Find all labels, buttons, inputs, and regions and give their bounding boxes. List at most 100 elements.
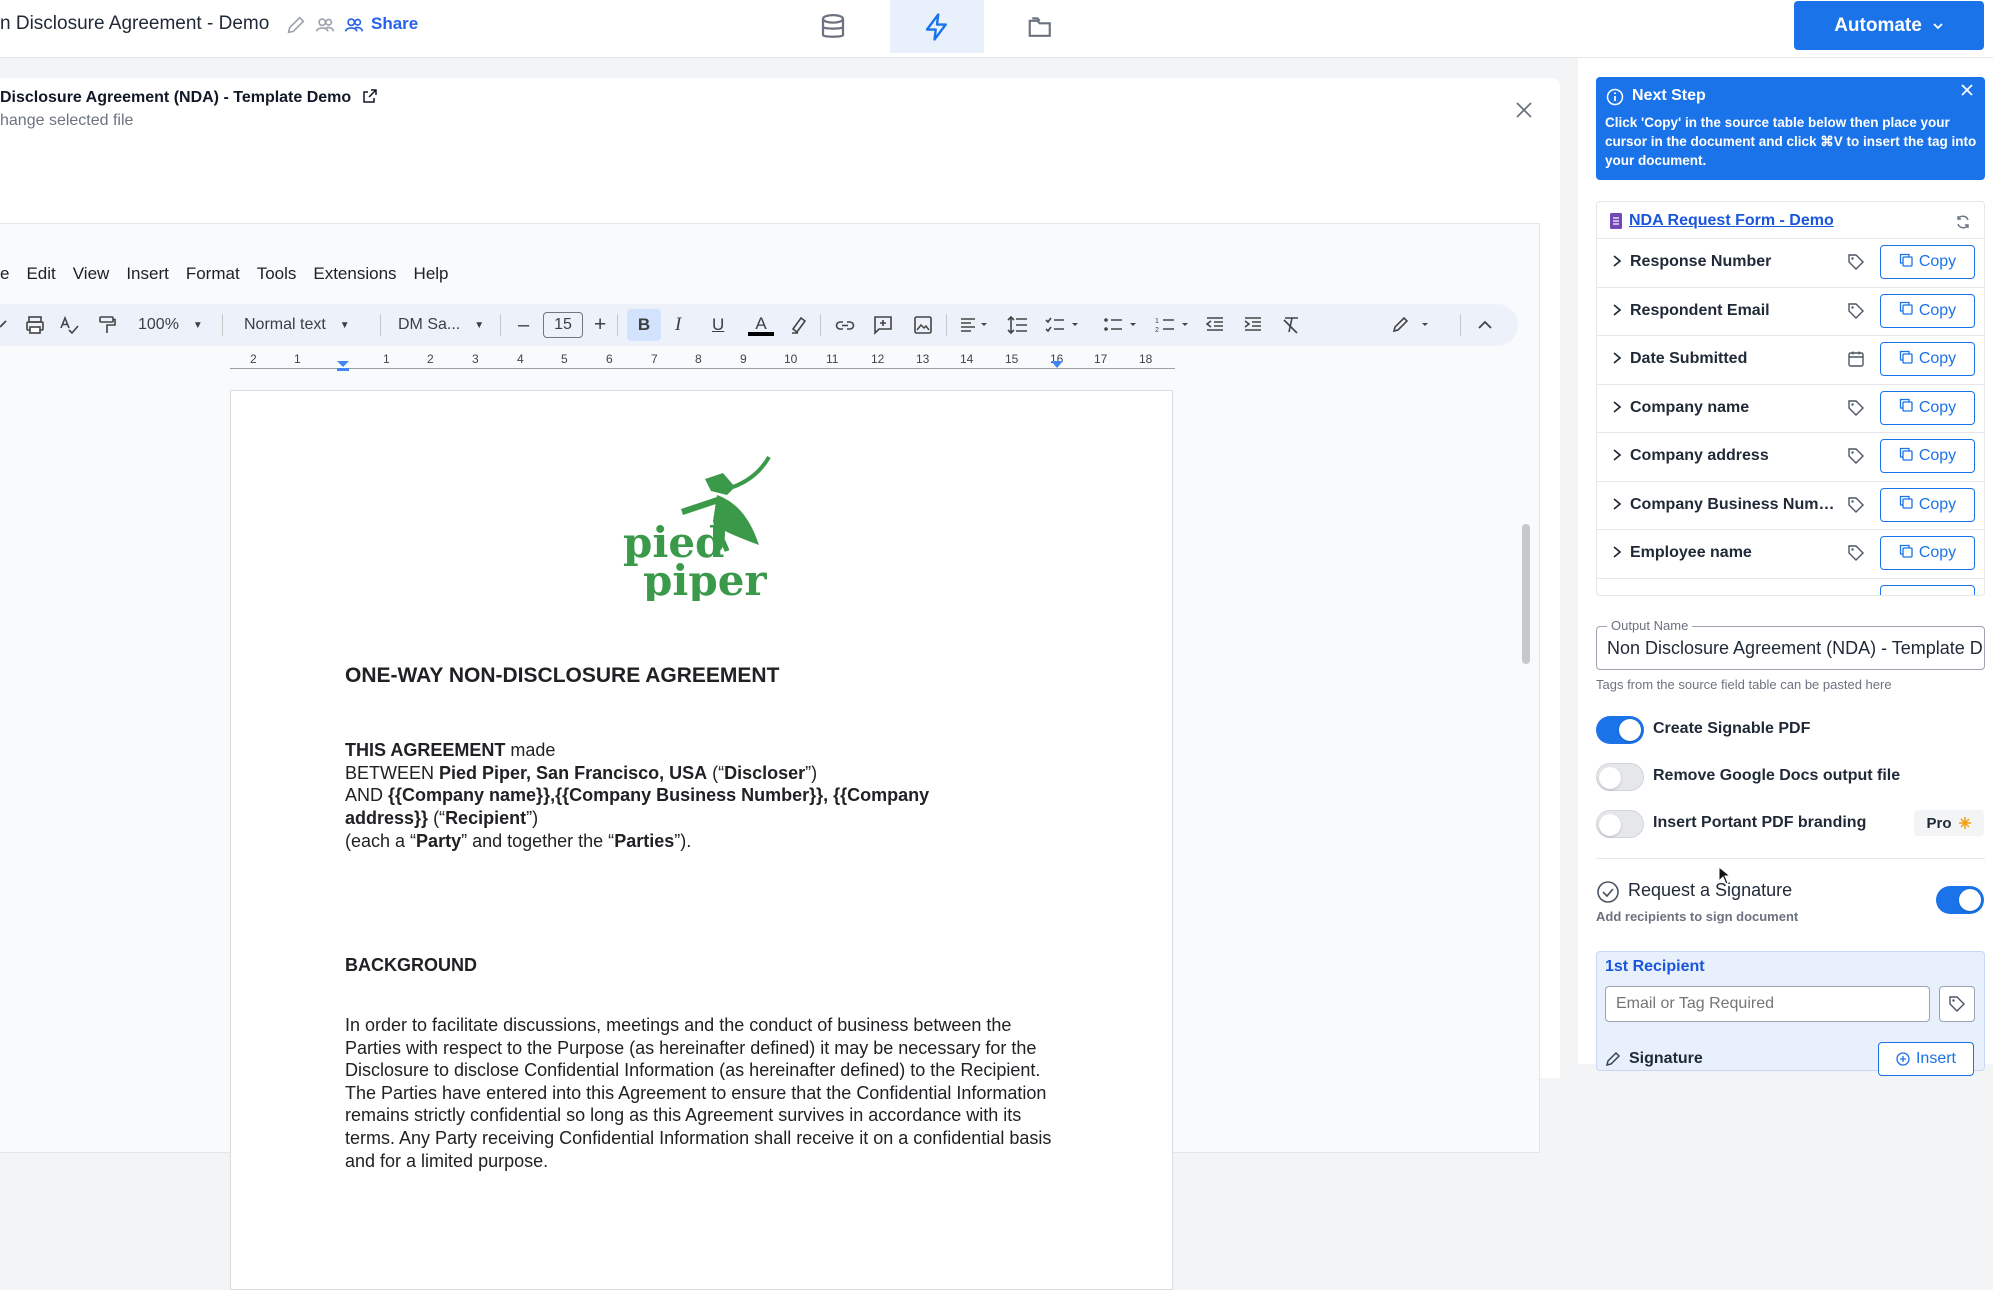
font-select[interactable]: DM Sa... ▼ <box>398 313 484 337</box>
document-title[interactable]: n Disclosure Agreement - Demo <box>0 13 269 35</box>
ruler-tick: 1 <box>294 352 301 366</box>
chevron-right-icon[interactable] <box>1611 254 1623 268</box>
copy-button[interactable]: Copy <box>1880 439 1975 473</box>
collapse-toolbar-icon[interactable] <box>1476 313 1494 337</box>
source-form-link[interactable]: NDA Request Form - Demo <box>1629 212 1834 230</box>
paint-format-icon[interactable] <box>96 313 118 337</box>
field-row[interactable]: Company name Copy <box>1597 383 1984 432</box>
copy-button[interactable]: Copy <box>1880 390 1975 425</box>
copy-button[interactable]: Copy <box>1880 487 1975 522</box>
ruler-tick: 12 <box>871 352 885 366</box>
spellcheck-icon[interactable] <box>58 313 80 337</box>
share-people-icon[interactable] <box>343 14 365 36</box>
section-divider <box>1596 858 1985 859</box>
copy-button[interactable]: Copy <box>1880 293 1975 328</box>
style-select[interactable]: Normal text ▼ <box>244 313 350 337</box>
font-size-input[interactable]: 15 <box>543 312 583 338</box>
toolbar-divider <box>820 314 821 336</box>
recipient-email-input[interactable] <box>1605 986 1930 1022</box>
copy-icon <box>1899 253 1913 272</box>
line-spacing-icon[interactable] <box>1006 313 1030 337</box>
remove-gdocs-output-toggle[interactable] <box>1596 763 1644 791</box>
doc-scrollbar[interactable] <box>1522 524 1530 664</box>
request-signature-toggle[interactable] <box>1936 886 1984 914</box>
share-link[interactable]: Share <box>371 14 418 34</box>
template-preview-card: Disclosure Agreement (NDA) - Template De… <box>0 78 1560 1290</box>
copy-icon <box>1899 350 1913 369</box>
numbered-list-icon[interactable]: 12 <box>1154 313 1196 337</box>
insert-signature-button[interactable]: Insert <box>1878 1042 1974 1076</box>
text-color-button[interactable]: A <box>748 313 774 337</box>
close-icon[interactable] <box>1512 98 1536 122</box>
add-comment-icon[interactable] <box>872 313 894 337</box>
automation-tab[interactable] <box>890 0 984 53</box>
menu-edit[interactable]: Edit <box>26 264 55 286</box>
create-signable-pdf-toggle[interactable] <box>1596 716 1644 744</box>
field-row[interactable]: Date Submitted Copy <box>1597 335 1984 383</box>
menu-format[interactable]: Format <box>186 264 240 286</box>
menu-insert[interactable]: Insert <box>126 264 169 286</box>
copy-button[interactable] <box>1880 584 1975 595</box>
link-icon[interactable] <box>834 313 856 337</box>
field-row[interactable]: Company Business Number Copy <box>1597 480 1984 529</box>
align-icon[interactable] <box>958 313 992 337</box>
menu-help[interactable]: Help <box>414 264 449 286</box>
decrease-indent-icon[interactable] <box>1204 313 1226 337</box>
field-label: Company address <box>1630 447 1769 464</box>
field-row-partial[interactable] <box>1597 577 1984 595</box>
insert-image-icon[interactable] <box>912 313 934 337</box>
output-name-field[interactable]: Output Name Non Disclosure Agreement (ND… <box>1596 618 1985 670</box>
menu-extensions[interactable]: Extensions <box>313 264 396 286</box>
folder-tab[interactable] <box>994 0 1088 53</box>
increase-font-button[interactable]: + <box>594 313 606 337</box>
print-icon[interactable] <box>24 313 46 337</box>
chevron-right-icon[interactable] <box>1611 448 1623 462</box>
field-row[interactable]: Employee name Copy <box>1597 529 1984 577</box>
bold-button[interactable]: B <box>627 309 661 341</box>
decrease-font-button[interactable]: – <box>518 313 529 337</box>
external-link-icon[interactable] <box>362 88 378 104</box>
automate-button[interactable]: Automate <box>1794 1 1984 50</box>
checklist-icon[interactable] <box>1044 313 1086 337</box>
italic-button[interactable]: I <box>675 313 681 337</box>
font-caret-icon: ▼ <box>474 319 485 331</box>
highlight-icon[interactable] <box>788 313 810 337</box>
left-indent-marker-icon[interactable] <box>336 360 350 372</box>
chevron-right-icon[interactable] <box>1611 400 1623 414</box>
copy-icon <box>1899 495 1913 514</box>
pencil-icon[interactable] <box>285 14 307 36</box>
menu-view[interactable]: View <box>73 264 110 286</box>
people-icon[interactable] <box>314 14 336 36</box>
field-label: Company name <box>1630 398 1750 416</box>
copy-button[interactable]: Copy <box>1880 245 1975 279</box>
output-name-value[interactable]: Non Disclosure Agreement (NDA) - Templat… <box>1607 638 1982 659</box>
underline-button[interactable]: U <box>712 313 724 337</box>
field-row[interactable]: Response Number Copy <box>1597 238 1984 286</box>
menu-tools[interactable]: Tools <box>257 264 297 286</box>
increase-indent-icon[interactable] <box>1242 313 1264 337</box>
chevron-right-icon[interactable] <box>1611 351 1623 365</box>
copy-button[interactable]: Copy <box>1880 536 1975 570</box>
copy-button[interactable]: Copy <box>1880 342 1975 376</box>
field-row[interactable]: Respondent Email Copy <box>1597 286 1984 335</box>
menu-file[interactable]: e <box>0 264 9 286</box>
recipient-tag-button[interactable] <box>1939 986 1975 1022</box>
refresh-icon[interactable] <box>1955 214 1971 230</box>
clear-formatting-icon[interactable] <box>1280 313 1302 337</box>
template-title[interactable]: Disclosure Agreement (NDA) - Template De… <box>0 88 378 107</box>
database-tab[interactable] <box>786 0 880 53</box>
document-page[interactable]: pied piper ONE-WAY NON-DISCLOSURE AGREEM… <box>230 390 1173 1290</box>
editing-mode-icon[interactable] <box>1390 313 1434 337</box>
change-file-link[interactable]: hange selected file <box>0 112 133 130</box>
field-row[interactable]: Company address Copy <box>1597 432 1984 480</box>
right-indent-marker-icon[interactable] <box>1050 360 1064 370</box>
insert-branding-toggle[interactable] <box>1596 810 1644 838</box>
redo-icon[interactable] <box>0 313 10 337</box>
zoom-select[interactable]: 100% ▼ <box>138 313 203 337</box>
close-icon[interactable] <box>1960 83 1974 97</box>
bulleted-list-icon[interactable] <box>1102 313 1144 337</box>
ruler-tick: 2 <box>250 352 257 366</box>
chevron-right-icon[interactable] <box>1611 545 1623 559</box>
chevron-right-icon[interactable] <box>1611 497 1623 511</box>
chevron-right-icon[interactable] <box>1611 303 1623 317</box>
